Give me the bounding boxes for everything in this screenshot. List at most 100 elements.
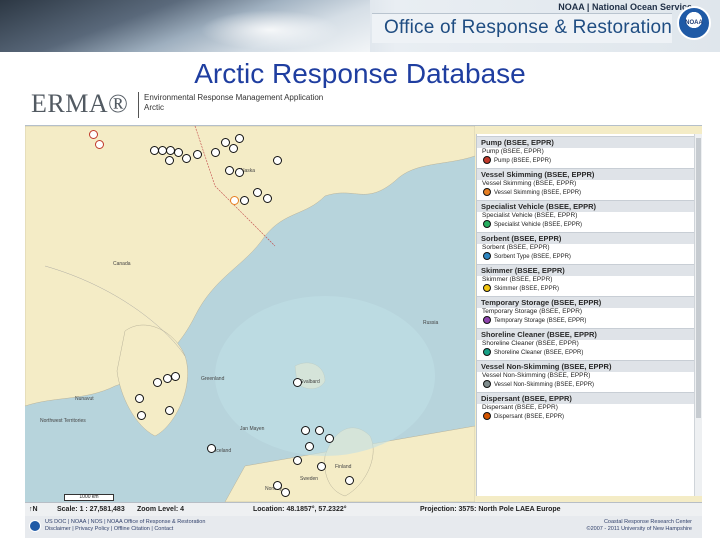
legend-layer-label[interactable]: Pump (BSEE, EPPR)	[477, 148, 694, 156]
legend-panel[interactable]: Pump (BSEE, EPPR) Pump (BSEE, EPPR) Pump (…	[476, 134, 694, 496]
legend-item-label: Temporary Storage (BSEE, EPPR)	[494, 318, 587, 324]
map-marker[interactable]	[211, 148, 220, 157]
erma-divider	[138, 92, 139, 118]
map-marker[interactable]	[281, 488, 290, 497]
legend-group-header[interactable]: Skimmer (BSEE, EPPR)	[477, 264, 694, 276]
legend-layer-label[interactable]: Skimmer (BSEE, EPPR)	[477, 276, 694, 284]
map-label-iceland: Iceland	[215, 448, 232, 454]
map-marker[interactable]	[235, 134, 244, 143]
map-marker[interactable]	[273, 156, 282, 165]
legend-group-header[interactable]: Pump (BSEE, EPPR)	[477, 136, 694, 148]
legend-scroll-thumb[interactable]	[696, 138, 701, 418]
legend-item-label: Dispersant (BSEE, EPPR)	[494, 414, 565, 420]
legend-symbol-icon	[483, 380, 491, 389]
map-marker[interactable]	[171, 372, 180, 381]
map-marker[interactable]	[135, 394, 144, 403]
cursor-location: Location: 48.1857°, 57.2322°	[253, 506, 347, 513]
erma-subtitle: Environmental Response Management Applic…	[144, 93, 323, 113]
legend-symbol-icon	[483, 316, 491, 325]
footer-links-2[interactable]: Disclaimer | Privacy Policy | Offline Ci…	[45, 526, 205, 533]
legend-item-label: Vessel Skimming (BSEE, EPPR)	[494, 190, 582, 196]
map-marker[interactable]	[182, 154, 191, 163]
legend-layer-label[interactable]: Specialist Vehicle (BSEE, EPPR)	[477, 212, 694, 220]
map-marker[interactable]	[89, 130, 98, 139]
north-arrow-label: ↑N	[29, 506, 38, 513]
zoom-level: Zoom Level: 4	[137, 506, 185, 513]
legend-item[interactable]: Shoreline Cleaner (BSEE, EPPR)	[477, 348, 694, 358]
map-marker[interactable]	[273, 481, 282, 490]
footer-credit-2: ©2007 - 2011 University of New Hampshire	[586, 526, 692, 532]
map-projection: Projection: 3575: North Pole LAEA Europe	[420, 506, 561, 513]
map-label-canada: Canada	[113, 261, 131, 267]
scale-bar: 1000 km	[64, 494, 114, 501]
legend-list: Pump (BSEE, EPPR) Pump (BSEE, EPPR) Pump (…	[477, 136, 694, 422]
legend-item[interactable]: Temporary Storage (BSEE, EPPR)	[477, 316, 694, 326]
legend-item[interactable]: Pump (BSEE, EPPR)	[477, 156, 694, 166]
map-marker[interactable]	[225, 166, 234, 175]
agency-label[interactable]: NOAA | National Ocean Service	[558, 2, 692, 12]
legend-layer-label[interactable]: Temporary Storage (BSEE, EPPR)	[477, 308, 694, 316]
erma-header: ERMA® Environmental Response Management …	[25, 88, 702, 126]
map-marker[interactable]	[165, 156, 174, 165]
map-marker[interactable]	[305, 442, 314, 451]
legend-symbol-icon	[483, 156, 491, 165]
legend-item-label: Vessel Non-Skimming (BSEE, EPPR)	[494, 382, 595, 388]
legend-symbol-icon	[483, 348, 491, 357]
map-marker[interactable]	[293, 456, 302, 465]
noaa-logo-icon[interactable]: NOAA	[677, 6, 711, 40]
map-marker[interactable]	[95, 140, 104, 149]
legend-item[interactable]: Vessel Skimming (BSEE, EPPR)	[477, 188, 694, 198]
map-marker[interactable]	[240, 196, 249, 205]
doc-seal-icon	[29, 520, 41, 532]
map-marker[interactable]	[253, 188, 262, 197]
map-marker[interactable]	[315, 426, 324, 435]
map-marker[interactable]	[345, 476, 354, 485]
map-marker[interactable]	[193, 150, 202, 159]
legend-layer-label[interactable]: Vessel Skimming (BSEE, EPPR)	[477, 180, 694, 188]
map-label-greenland: Greenland	[201, 376, 225, 382]
map-marker[interactable]	[229, 144, 238, 153]
map-marker[interactable]	[317, 462, 326, 471]
footer-links-1[interactable]: US DOC | NOAA | NOS | NOAA Office of Res…	[45, 519, 205, 526]
map-marker[interactable]	[235, 168, 244, 177]
legend-group-header[interactable]: Sorbent (BSEE, EPPR)	[477, 232, 694, 244]
legend-group-header[interactable]: Shoreline Cleaner (BSEE, EPPR)	[477, 328, 694, 340]
erma-logo[interactable]: ERMA®	[31, 89, 128, 119]
legend-item[interactable]: Vessel Non-Skimming (BSEE, EPPR)	[477, 380, 694, 390]
legend-item[interactable]: Skimmer (BSEE, EPPR)	[477, 284, 694, 294]
map-marker[interactable]	[325, 434, 334, 443]
legend-item[interactable]: Dispersant (BSEE, EPPR)	[477, 412, 694, 422]
legend-item-label: Shoreline Cleaner (BSEE, EPPR)	[494, 350, 584, 356]
map-label-nwt: Northwest Territories	[40, 418, 86, 424]
legend-symbol-icon	[483, 220, 491, 229]
map-marker[interactable]	[165, 406, 174, 415]
map-marker[interactable]	[230, 196, 239, 205]
legend-layer-label[interactable]: Shoreline Cleaner (BSEE, EPPR)	[477, 340, 694, 348]
map-marker[interactable]	[301, 426, 310, 435]
legend-group-header[interactable]: Vessel Non-Skimming (BSEE, EPPR)	[477, 360, 694, 372]
map-marker[interactable]	[207, 444, 216, 453]
legend-item[interactable]: Sorbent Type (BSEE, EPPR)	[477, 252, 694, 262]
legend-item[interactable]: Specialist Vehicle (BSEE, EPPR)	[477, 220, 694, 230]
map-label-russia: Russia	[423, 320, 439, 326]
map-marker[interactable]	[293, 378, 302, 387]
legend-layer-label[interactable]: Sorbent (BSEE, EPPR)	[477, 244, 694, 252]
legend-scrollbar[interactable]	[694, 134, 702, 496]
map-label-jan-mayen: Jan Mayen	[240, 426, 265, 432]
legend-group-header[interactable]: Temporary Storage (BSEE, EPPR)	[477, 296, 694, 308]
legend-item-label: Sorbent Type (BSEE, EPPR)	[494, 254, 571, 260]
legend-group-header[interactable]: Specialist Vehicle (BSEE, EPPR)	[477, 200, 694, 212]
legend-symbol-icon	[483, 252, 491, 261]
legend-group-header[interactable]: Vessel Skimming (BSEE, EPPR)	[477, 168, 694, 180]
map-marker[interactable]	[263, 194, 272, 203]
map-marker[interactable]	[137, 411, 146, 420]
legend-group-header[interactable]: Dispersant (BSEE, EPPR)	[477, 392, 694, 404]
legend-layer-label[interactable]: Vessel Non-Skimming (BSEE, EPPR)	[477, 372, 694, 380]
legend-item-label: Specialist Vehicle (BSEE, EPPR)	[494, 222, 583, 228]
legend-symbol-icon	[483, 412, 491, 421]
office-title[interactable]: Office of Response & Restoration	[384, 17, 672, 39]
legend-symbol-icon	[483, 188, 491, 197]
legend-symbol-icon	[483, 284, 491, 293]
legend-layer-label[interactable]: Dispersant (BSEE, EPPR)	[477, 404, 694, 412]
map-marker[interactable]	[153, 378, 162, 387]
